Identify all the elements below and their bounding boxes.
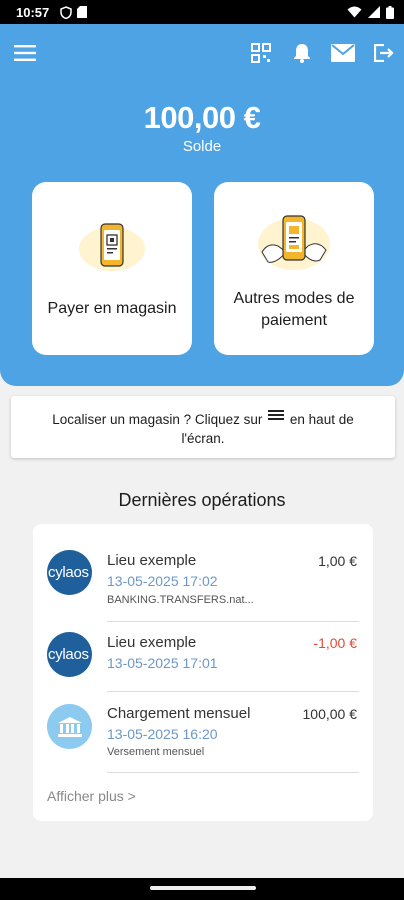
hint-text-before: Localiser un magasin ? Cliquez sur <box>52 412 263 427</box>
system-nav-bar <box>0 878 404 900</box>
pay-in-store-button[interactable]: Payer en magasin <box>32 182 192 355</box>
bell-icon[interactable] <box>292 38 312 68</box>
pay-in-store-label: Payer en magasin <box>47 300 177 317</box>
operation-amount: 100,00 € <box>302 706 358 722</box>
operation-description: Versement mensuel <box>107 746 205 758</box>
cylaos-logo: cylaos <box>47 550 92 595</box>
top-toolbar <box>0 38 404 68</box>
phone-qr-illustration <box>79 223 145 271</box>
mail-icon[interactable] <box>331 38 355 68</box>
status-time: 10:57 <box>16 4 50 20</box>
other-payments-label-line1: Autres modes de <box>233 290 355 307</box>
operation-date: 13-05-2025 17:01 <box>107 655 218 671</box>
status-bar: 10:57 <box>0 0 404 24</box>
menu-icon[interactable] <box>14 38 36 68</box>
wifi-icon <box>347 6 362 18</box>
store-locator-hint: Localiser un magasin ? Cliquez sur en ha… <box>11 396 395 458</box>
operation-description: BANKING.TRANSFERS.nat... <box>107 594 254 606</box>
qr-code-icon[interactable] <box>251 38 271 68</box>
bank-icon <box>47 704 92 749</box>
cylaos-logo: cylaos <box>47 632 92 677</box>
operation-date: 13-05-2025 16:20 <box>107 726 218 742</box>
balance-label: Solde <box>182 138 222 155</box>
operation-amount: 1,00 € <box>318 553 357 569</box>
divider <box>107 772 359 773</box>
header-panel: 100,00 € Solde Payer en magasin Autres m… <box>0 24 404 386</box>
operations-list: cylaos Lieu exemple 13-05-2025 17:02 BAN… <box>33 524 373 821</box>
divider <box>107 691 359 692</box>
home-gesture-handle[interactable] <box>150 886 256 890</box>
hint-text-line2: l'écran. <box>181 431 225 446</box>
operation-name: Lieu exemple <box>107 634 197 651</box>
signal-icon <box>368 6 380 18</box>
battery-icon <box>386 5 394 19</box>
other-payments-label-line2: paiement <box>261 312 327 329</box>
operations-title: Dernières opérations <box>118 490 286 510</box>
balance-amount: 100,00 € <box>143 100 261 135</box>
other-payments-label: Autres modes de paiement <box>214 288 374 332</box>
divider <box>107 621 359 622</box>
shield-icon <box>60 5 72 19</box>
operation-date: 13-05-2025 17:02 <box>107 573 218 589</box>
operation-amount: -1,00 € <box>313 635 357 651</box>
other-payments-button[interactable]: Autres modes de paiement <box>214 182 374 355</box>
sim-icon <box>77 6 88 18</box>
logout-icon[interactable] <box>374 38 394 68</box>
hands-phone-illustration <box>258 215 330 270</box>
operation-name: Lieu exemple <box>107 552 197 569</box>
menu-icon-inline <box>268 408 285 422</box>
hint-text-after: en haut de <box>289 412 354 427</box>
operation-name: Chargement mensuel <box>107 705 251 722</box>
show-more-link[interactable]: Afficher plus > <box>47 788 136 804</box>
